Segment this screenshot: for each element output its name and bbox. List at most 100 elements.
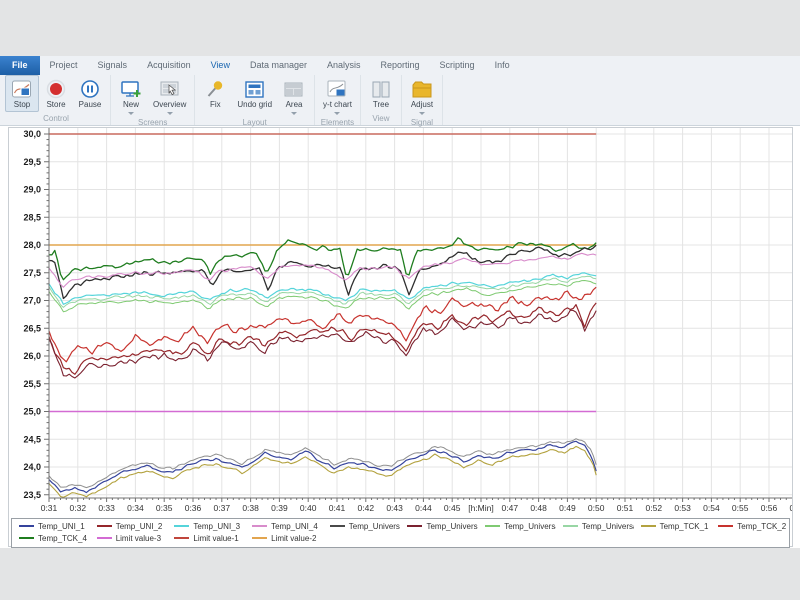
legend-item-temp-tck-2[interactable]: Temp_TCK_2 <box>711 522 789 531</box>
legend-item-temp-uni-1[interactable]: Temp_UNI_1 <box>12 522 90 531</box>
stop-button[interactable]: Stop <box>5 75 39 112</box>
button-label: Stop <box>14 100 30 110</box>
overview-button[interactable]: Overview <box>148 75 191 116</box>
legend-color-mark <box>174 537 189 539</box>
legend-color-mark <box>19 525 34 527</box>
curve-temp-tck-2 <box>49 287 596 362</box>
new-icon <box>119 78 143 100</box>
svg-text:23,5: 23,5 <box>23 490 41 500</box>
group-label: Control <box>5 112 107 125</box>
legend-item-limit-value-1[interactable]: Limit value-1 <box>167 534 245 543</box>
overview-icon <box>158 78 182 100</box>
yt-chart-icon <box>325 78 349 100</box>
button-label: Store <box>46 100 65 110</box>
svg-text:29,0: 29,0 <box>23 185 41 195</box>
legend-item-temp-universal-3[interactable]: Temp_Universal_3 <box>478 522 556 531</box>
tab-scripting[interactable]: Scripting <box>430 56 485 75</box>
tree-icon <box>369 78 393 100</box>
legend-item-temp-universal-2[interactable]: Temp_Universal_2 <box>400 522 478 531</box>
area-icon <box>282 78 306 100</box>
ribbon-group-layout: FixUndo gridAreaLayout <box>195 75 315 125</box>
yt-chart-svg[interactable]: 30,029,529,028,528,027,527,026,526,025,5… <box>9 128 792 518</box>
ribbon-group-control: Stop Store PauseControl <box>2 75 111 125</box>
tab-analysis[interactable]: Analysis <box>317 56 371 75</box>
tab-signals[interactable]: Signals <box>88 56 138 75</box>
legend-color-mark <box>174 525 189 527</box>
legend-color-mark <box>407 525 422 527</box>
tree-button[interactable]: Tree <box>364 75 398 112</box>
legend-item-temp-tck-4[interactable]: Temp_TCK_4 <box>12 534 90 543</box>
undo-grid-button[interactable]: Undo grid <box>232 75 277 116</box>
store-button[interactable]: Store <box>39 75 73 112</box>
svg-text:0:55: 0:55 <box>732 503 749 513</box>
tab-data-manager[interactable]: Data manager <box>240 56 317 75</box>
adjust-button[interactable]: Adjust <box>405 75 439 116</box>
y-axis-labels: 30,029,529,028,528,027,527,026,526,025,5… <box>23 129 41 500</box>
y-t-chart-button[interactable]: y-t chart <box>318 75 357 116</box>
svg-text:26,5: 26,5 <box>23 323 41 333</box>
legend-label: Temp_Universal_4 <box>582 522 634 531</box>
legend-item-temp-universal-4[interactable]: Temp_Universal_4 <box>556 522 634 531</box>
adjust-icon <box>410 78 434 100</box>
svg-text:0:35: 0:35 <box>156 503 173 513</box>
legend-item-temp-uni-4[interactable]: Temp_UNI_4 <box>245 522 323 531</box>
svg-text:0:57: 0:57 <box>790 503 792 513</box>
legend-item-temp-uni-3[interactable]: Temp_UNI_3 <box>167 522 245 531</box>
pause-icon <box>78 78 102 100</box>
tab-project[interactable]: Project <box>40 56 88 75</box>
tab-reporting[interactable]: Reporting <box>371 56 430 75</box>
legend-color-mark <box>252 525 267 527</box>
legend-color-mark <box>563 525 578 527</box>
chevron-down-icon <box>128 112 134 115</box>
legend-label: Temp_TCK_1 <box>660 522 709 531</box>
legend-label: Temp_TCK_2 <box>737 522 786 531</box>
tab-info[interactable]: Info <box>485 56 520 75</box>
area-button[interactable]: Area <box>277 75 311 116</box>
fix-icon <box>203 78 227 100</box>
svg-text:0:37: 0:37 <box>214 503 231 513</box>
svg-text:0:51: 0:51 <box>617 503 634 513</box>
legend-item-limit-value-3[interactable]: Limit value-3 <box>90 534 168 543</box>
legend-label: Temp_Universal_3 <box>504 522 556 531</box>
svg-text:28,0: 28,0 <box>23 240 41 250</box>
svg-text:0:31: 0:31 <box>41 503 58 513</box>
fix-button[interactable]: Fix <box>198 75 232 116</box>
svg-text:27,0: 27,0 <box>23 296 41 306</box>
legend-item-temp-tck-1[interactable]: Temp_TCK_1 <box>634 522 712 531</box>
ribbon-tabs: FileProjectSignalsAcquisitionViewData ma… <box>0 56 800 75</box>
legend-color-mark <box>97 537 112 539</box>
new-button[interactable]: New <box>114 75 148 116</box>
svg-text:25,0: 25,0 <box>23 407 41 417</box>
svg-text:26,0: 26,0 <box>23 351 41 361</box>
button-label: Fix <box>210 100 221 110</box>
legend-label: Limit value-1 <box>193 534 238 543</box>
legend-item-temp-uni-2[interactable]: Temp_UNI_2 <box>90 522 168 531</box>
legend-item-limit-value-2[interactable]: Limit value-2 <box>245 534 323 543</box>
undo-grid-icon <box>243 78 267 100</box>
tab-file[interactable]: File <box>0 56 40 75</box>
legend-color-mark <box>641 525 656 527</box>
svg-text:25,5: 25,5 <box>23 379 41 389</box>
chart-grid <box>49 128 792 498</box>
chevron-down-icon <box>167 112 173 115</box>
legend-item-temp-universal-1[interactable]: Temp_Universal_1 <box>323 522 401 531</box>
ribbon: FileProjectSignalsAcquisitionViewData ma… <box>0 56 800 126</box>
svg-text:0:38: 0:38 <box>242 503 259 513</box>
tab-acquisition[interactable]: Acquisition <box>137 56 201 75</box>
svg-text:0:39: 0:39 <box>271 503 288 513</box>
svg-text:0:44: 0:44 <box>415 503 432 513</box>
ribbon-group-view: TreeView <box>361 75 402 125</box>
pause-button[interactable]: Pause <box>73 75 107 112</box>
svg-text:24,5: 24,5 <box>23 434 41 444</box>
curve-temp-tck-1 <box>49 446 596 497</box>
svg-text:0:36: 0:36 <box>185 503 202 513</box>
tab-view[interactable]: View <box>201 56 240 75</box>
svg-text:0:54: 0:54 <box>703 503 720 513</box>
legend-color-mark <box>19 537 34 539</box>
ribbon-group-screens: NewOverviewScreens <box>111 75 195 125</box>
svg-text:0:56: 0:56 <box>761 503 778 513</box>
store-icon <box>44 78 68 100</box>
button-label: Area <box>286 100 303 110</box>
ribbon-group-elements: y-t chartElements <box>315 75 361 125</box>
svg-text:[h:Min]: [h:Min] <box>468 503 494 513</box>
